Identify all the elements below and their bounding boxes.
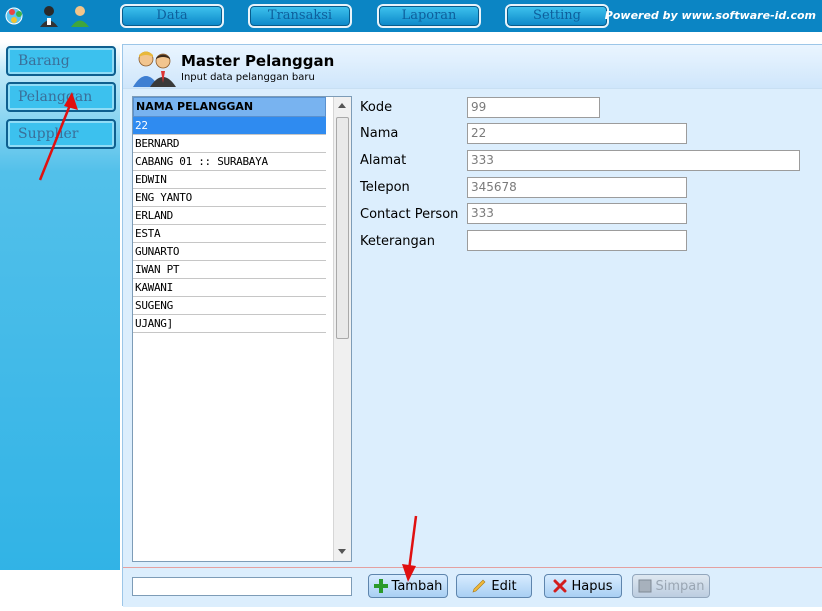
kode-field[interactable]: 99	[467, 97, 600, 118]
list-item[interactable]: UJANG]	[133, 315, 326, 333]
list-item[interactable]: BERNARD	[133, 135, 326, 153]
keterangan-field[interactable]	[467, 230, 687, 251]
contact-person-label: Contact Person	[360, 207, 459, 222]
scroll-up-icon[interactable]	[338, 103, 346, 108]
telepon-field[interactable]: 345678	[467, 177, 687, 198]
telepon-label: Telepon	[360, 180, 410, 195]
alamat-field[interactable]: 333	[467, 150, 800, 171]
menu-laporan-button[interactable]: Laporan	[377, 4, 481, 28]
annotation-arrow-icon	[402, 515, 418, 582]
list-scrollbar[interactable]	[333, 97, 351, 561]
kode-label: Kode	[360, 100, 393, 115]
page-header: Master Pelanggan Input data pelanggan ba…	[123, 45, 822, 89]
plus-icon	[373, 579, 388, 593]
globe-people-icon[interactable]	[4, 4, 28, 28]
list-item[interactable]: 22	[133, 117, 326, 135]
hapus-button[interactable]: Hapus	[544, 574, 622, 598]
edit-button[interactable]: Edit	[456, 574, 532, 598]
user-green-icon[interactable]	[68, 4, 92, 28]
list-item[interactable]: ENG YANTO	[133, 189, 326, 207]
simpan-button[interactable]: Simpan	[632, 574, 710, 598]
delete-x-icon	[553, 579, 567, 593]
list-item[interactable]: SUGENG	[133, 297, 326, 315]
list-items: 22 BERNARD CABANG 01 :: SURABAYA EDWIN E…	[133, 117, 326, 333]
edit-label: Edit	[491, 578, 517, 594]
list-item[interactable]: CABANG 01 :: SURABAYA	[133, 153, 326, 171]
annotation-arrow-icon	[38, 92, 78, 181]
list-item[interactable]: GUNARTO	[133, 243, 326, 261]
menu-data-button[interactable]: Data	[120, 4, 224, 28]
menu-setting-button[interactable]: Setting	[505, 4, 609, 28]
scroll-down-icon[interactable]	[338, 549, 346, 554]
search-input[interactable]	[132, 577, 352, 596]
people-icon	[133, 51, 176, 87]
simpan-label: Simpan	[655, 578, 705, 594]
save-icon	[638, 579, 651, 593]
top-bar: Data Transaksi Laporan Setting Powered b…	[0, 0, 822, 32]
list-column-header[interactable]: NAMA PELANGGAN	[133, 97, 326, 117]
page-title: Master Pelanggan	[181, 52, 335, 70]
hapus-label: Hapus	[571, 578, 613, 594]
pencil-icon	[472, 579, 486, 593]
list-item[interactable]: IWAN PT	[133, 261, 326, 279]
list-item[interactable]: KAWANI	[133, 279, 326, 297]
action-bar: Tambah Edit Hapus Simpan	[123, 567, 822, 607]
list-item[interactable]: ERLAND	[133, 207, 326, 225]
keterangan-label: Keterangan	[360, 234, 435, 249]
page-subtitle: Input data pelanggan baru	[181, 72, 315, 83]
user-dark-icon[interactable]	[37, 4, 61, 28]
scroll-thumb[interactable]	[336, 117, 349, 339]
list-item[interactable]: EDWIN	[133, 171, 326, 189]
powered-by-text: Powered by www.software-id.com	[604, 9, 816, 22]
nama-label: Nama	[360, 126, 399, 141]
nama-field[interactable]: 22	[467, 123, 687, 144]
customer-list[interactable]: NAMA PELANGGAN 22 BERNARD CABANG 01 :: S…	[132, 96, 352, 562]
main-panel: Master Pelanggan Input data pelanggan ba…	[122, 44, 822, 607]
contact-person-field[interactable]: 333	[467, 203, 687, 224]
menu-transaksi-button[interactable]: Transaksi	[248, 4, 352, 28]
alamat-label: Alamat	[360, 153, 407, 168]
list-item[interactable]: ESTA	[133, 225, 326, 243]
sidebar-item-barang[interactable]: Barang	[6, 46, 116, 76]
